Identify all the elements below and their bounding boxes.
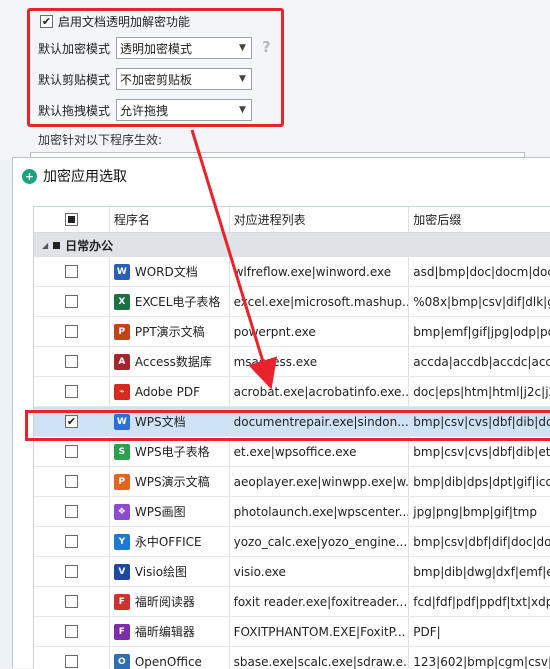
arrow-line <box>192 130 268 378</box>
annotation-arrow <box>0 0 550 668</box>
